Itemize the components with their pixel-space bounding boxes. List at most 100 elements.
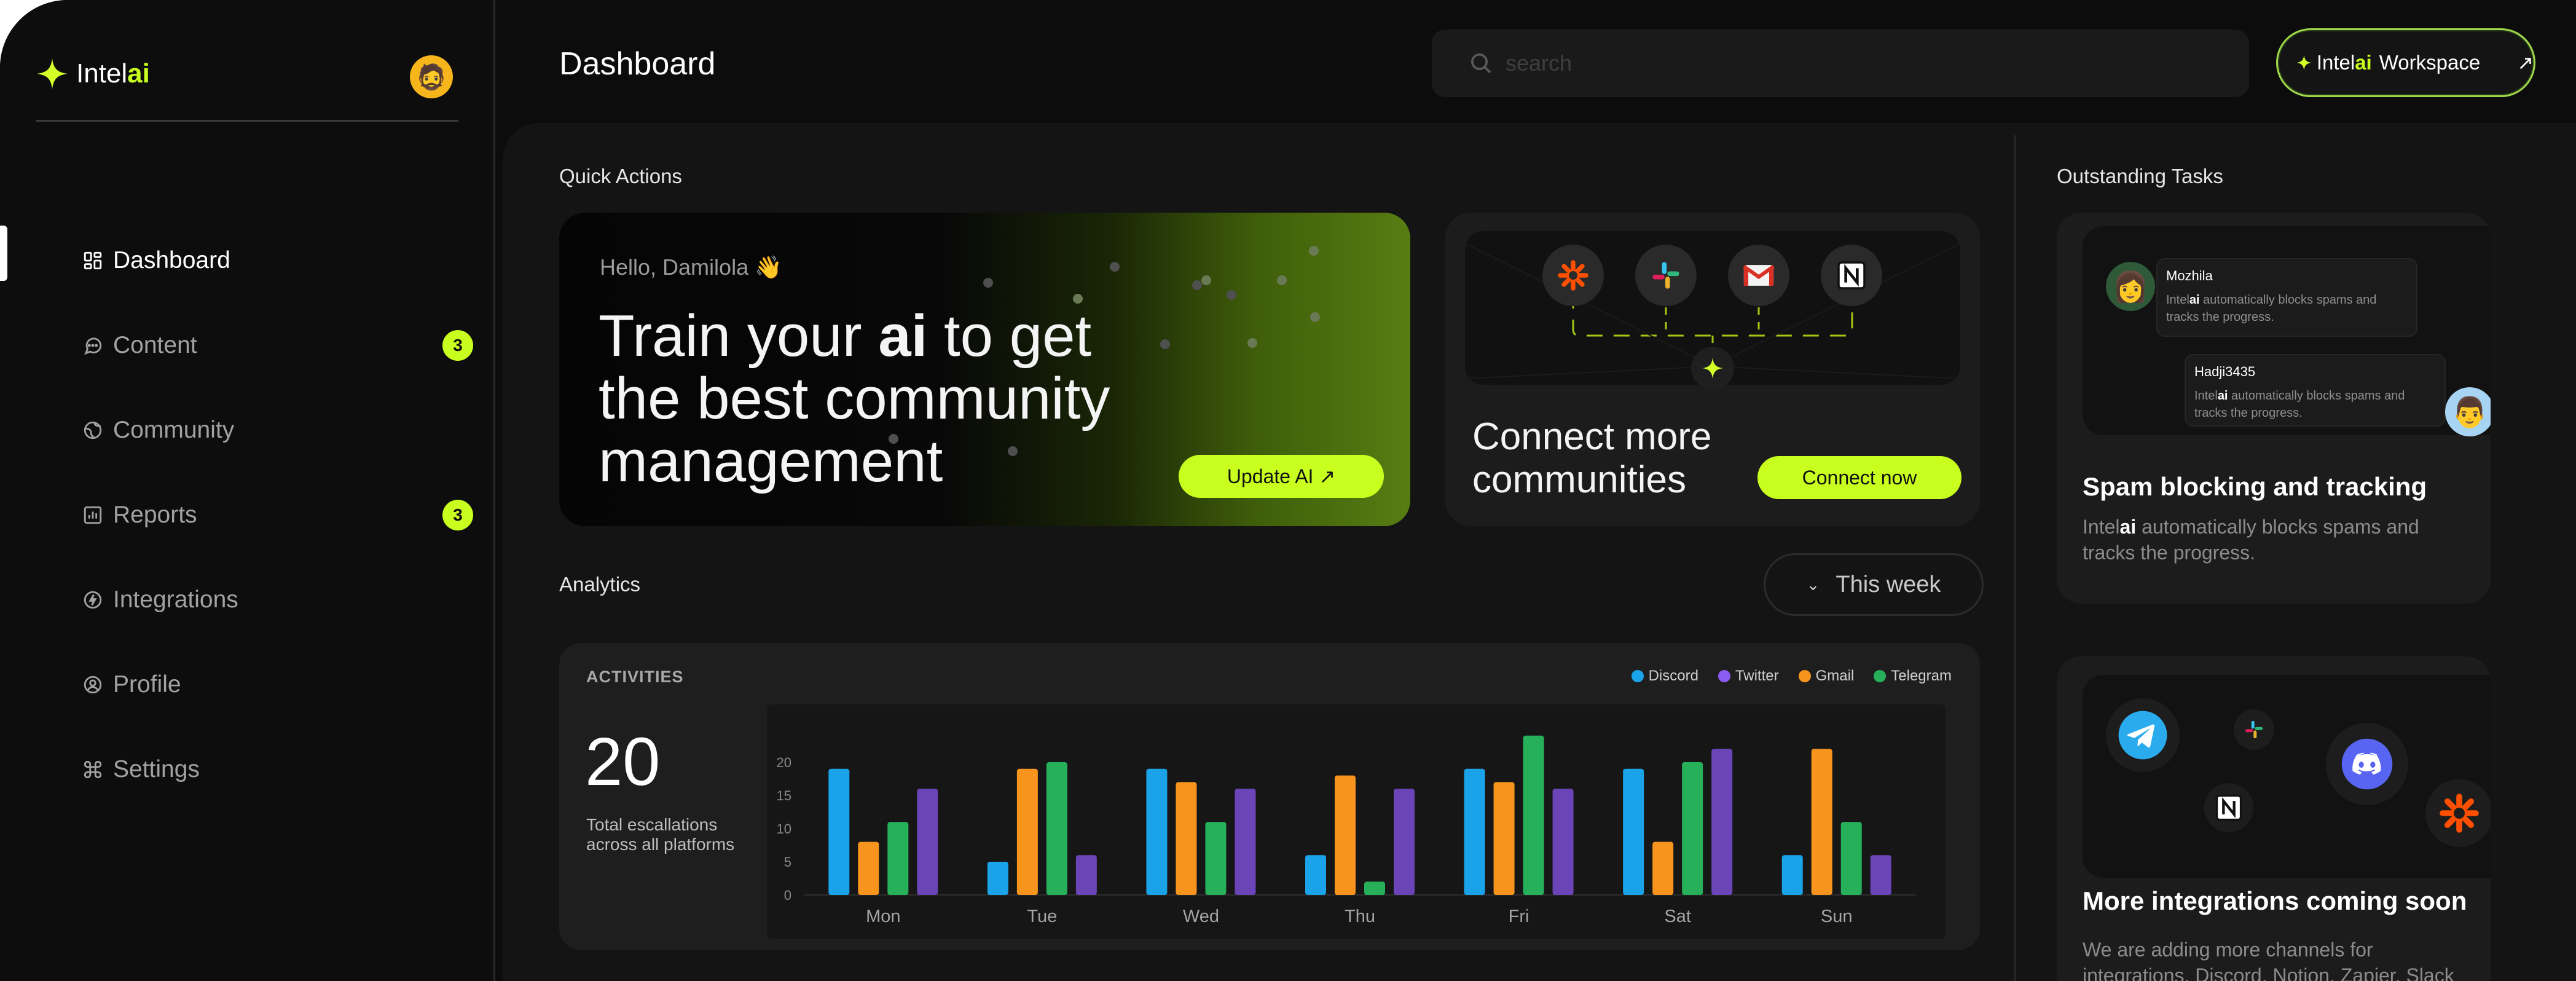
connect-heading: Connect more communities [1472, 416, 1712, 501]
slack-icon [2234, 709, 2274, 750]
legend-item-discord: Discord [1631, 668, 1698, 685]
sidebar-item-reports[interactable]: Reports 3 [0, 473, 495, 557]
decor-dot [1309, 246, 1319, 256]
bar-twitter-wed [1176, 782, 1197, 895]
spam-blocking-card[interactable]: 👩 Mozhila Intelai automatically blocks s… [2057, 213, 2491, 604]
user-avatar-mozhila: 👩 [2106, 262, 2155, 311]
decor-dot [1227, 290, 1236, 300]
gmail-icon [1728, 245, 1789, 306]
y-tick-label: 5 [784, 854, 791, 870]
spam-card-description: Intelai automatically blocks spams and t… [2083, 516, 2419, 564]
sidebar-item-label: Dashboard [113, 247, 230, 274]
bolt-icon [84, 591, 102, 609]
section-title-quick-actions: Quick Actions [559, 165, 682, 187]
update-ai-button[interactable]: Update AI ↗ [1179, 455, 1384, 498]
decor-dot [1201, 275, 1211, 285]
integrations-card-title: More integrations coming soon [2083, 886, 2467, 915]
grid-icon [84, 251, 102, 270]
user-avatar[interactable]: 🧔 [410, 55, 453, 98]
sidebar-item-integrations[interactable]: Integrations [0, 557, 495, 642]
sidebar-item-label: Reports [113, 502, 197, 528]
bar-discord-fri [1464, 768, 1485, 895]
sparkle-icon [37, 58, 68, 89]
period-dropdown[interactable]: ⌄ This week [1764, 553, 1984, 616]
greeting-text: Hello, Damilola 👋 [600, 254, 782, 280]
page-title: Dashboard [559, 46, 716, 82]
app-frame: Intelai 🧔 Dashboard Content 3 Community … [0, 0, 2576, 981]
bar-twitter-tue [1016, 768, 1038, 895]
train-ai-card: Hello, Damilola 👋 Train your ai to get t… [559, 213, 1410, 526]
bar-discord-tue [987, 862, 1008, 895]
bar-twitter-fri [1493, 782, 1515, 895]
y-tick-label: 10 [777, 821, 791, 837]
legend-item-twitter: Twitter [1718, 668, 1779, 685]
bar-discord-thu [1305, 855, 1326, 895]
bar-chart-icon [84, 506, 102, 524]
integration-icons-preview [2083, 675, 2491, 878]
sidebar-item-profile[interactable]: Profile [0, 642, 495, 727]
legend-item-telegram: Telegram [1874, 668, 1952, 685]
bar-discord-sun [1781, 855, 1803, 895]
x-tick-label: Mon [866, 907, 900, 926]
sidebar-item-label: Content [113, 332, 197, 358]
message-user: Hadji3435 [2194, 364, 2256, 379]
decor-dot [1160, 339, 1170, 349]
sidebar-item-community[interactable]: Community [0, 388, 495, 473]
search-bar[interactable] [1432, 30, 2249, 97]
workspace-button[interactable]: Intelai Workspace ↗ [2276, 28, 2535, 97]
decor-dot [1192, 280, 1202, 290]
sidebar-item-settings[interactable]: Settings [0, 727, 495, 812]
message-bubble: Mozhila Intelai automatically blocks spa… [2156, 258, 2417, 337]
column-divider [2014, 135, 2016, 981]
chart-plot-area: 0 5 10 15 20 Mon Tue Wed Thu Fri Sat Sun [767, 704, 1946, 939]
total-escalations-value: 20 [585, 724, 661, 800]
notification-badge: 3 [442, 500, 473, 530]
bar-telegram-fri [1552, 789, 1574, 895]
app-name: Intelai [76, 58, 150, 89]
bar-twitter-mon [858, 841, 879, 895]
spam-card-title: Spam blocking and tracking [2083, 472, 2427, 501]
workspace-brand: Intelai [2316, 51, 2372, 74]
decor-dot [983, 278, 993, 288]
sidebar-item-label: Settings [113, 756, 200, 782]
decor-dot [1073, 294, 1083, 304]
x-tick-label: Sun [1821, 907, 1853, 926]
message-text: Intelai automatically blocks spams and t… [2166, 293, 2377, 324]
active-indicator [0, 226, 7, 281]
total-escalations-desc: Total escallations across all platforms [586, 815, 735, 854]
zapier-icon [2425, 779, 2491, 847]
y-tick-label: 20 [777, 755, 791, 770]
message-bubble: Hadji3435 Intelai automatically blocks s… [2185, 354, 2446, 427]
decor-dot [1247, 338, 1257, 348]
sidebar-divider [36, 120, 458, 122]
bar-telegram-sat [1711, 749, 1733, 895]
x-tick-label: Tue [1027, 907, 1057, 926]
bar-gmail-sun [1840, 822, 1862, 895]
sidebar-item-dashboard[interactable]: Dashboard [0, 218, 495, 303]
activities-chart-card: ACTIVITIES 20 Total escallations across … [559, 643, 1980, 950]
y-tick-label: 15 [777, 788, 791, 803]
decor-dot [1277, 275, 1287, 285]
bar-twitter-thu [1335, 775, 1356, 895]
bar-gmail-fri [1523, 735, 1544, 895]
period-label: This week [1836, 571, 1941, 597]
bar-discord-mon [828, 768, 850, 895]
bar-gmail-thu [1364, 881, 1385, 895]
activities-bar-chart: 0 5 10 15 20 Mon Tue Wed Thu Fri Sat Sun [777, 735, 1916, 926]
more-integrations-card[interactable]: More integrations coming soon We are add… [2057, 656, 2491, 981]
discord-icon [2326, 723, 2408, 805]
x-tick-label: Sat [1664, 907, 1691, 926]
connect-now-button[interactable]: Connect now [1757, 456, 1961, 499]
legend-swatch [1798, 670, 1811, 682]
x-tick-label: Thu [1345, 907, 1375, 926]
sidebar: Intelai 🧔 Dashboard Content 3 Community … [0, 0, 495, 981]
integration-graph [1465, 231, 1960, 390]
app-logo[interactable]: Intelai [37, 58, 150, 89]
sidebar-nav: Dashboard Content 3 Community Reports 3 … [0, 218, 495, 812]
bar-twitter-sat [1652, 841, 1674, 895]
x-tick-label: Wed [1183, 907, 1219, 926]
bar-telegram-mon [917, 789, 938, 895]
search-input[interactable] [1506, 50, 2181, 76]
connect-communities-card: Connect more communities Connect now [1445, 213, 1980, 526]
sidebar-item-content[interactable]: Content 3 [0, 303, 495, 388]
